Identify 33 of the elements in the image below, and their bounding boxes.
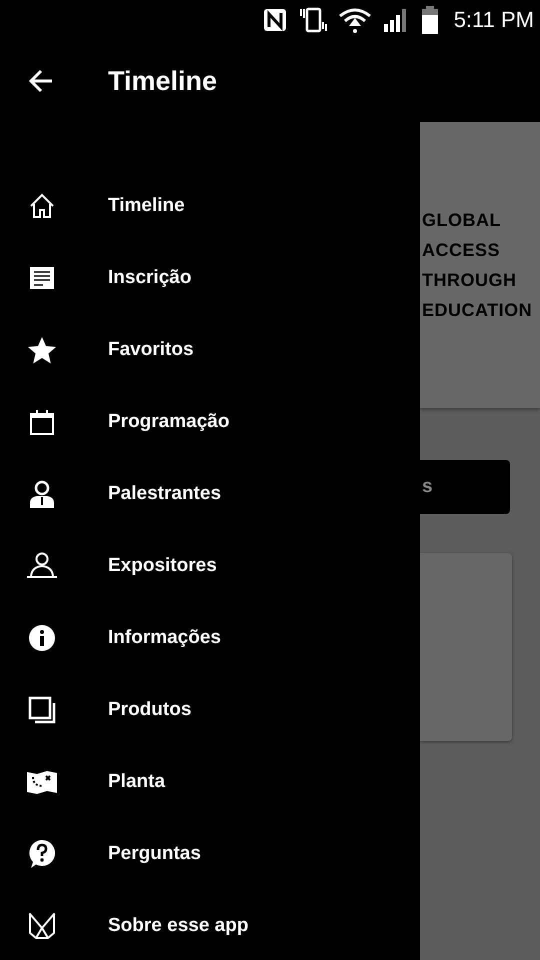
menu-item[interactable]: Perguntas xyxy=(0,818,420,890)
house-icon xyxy=(29,193,55,219)
question-bubble-icon xyxy=(28,839,56,869)
document-icon xyxy=(29,265,55,291)
status-time: 5:11 PM xyxy=(454,7,534,33)
menu-item[interactable]: Inscrição xyxy=(0,242,420,314)
menu-item[interactable]: Favoritos xyxy=(0,314,420,386)
menu-item[interactable]: Expositores xyxy=(0,530,420,602)
person-outline-icon xyxy=(26,552,58,580)
stacked-squares-icon xyxy=(28,696,56,724)
menu-item[interactable]: Programação xyxy=(0,386,420,458)
treasure-map-icon xyxy=(26,768,58,796)
drawer-title: Timeline xyxy=(108,66,218,96)
banner-text: GLOBAL xyxy=(422,209,502,232)
vibrate-icon xyxy=(298,6,328,34)
menu-item[interactable]: Informações xyxy=(0,602,420,674)
banner-text: ACCESS xyxy=(422,239,502,262)
menu-item[interactable]: Planta xyxy=(0,746,420,818)
button[interactable]: s xyxy=(420,460,510,514)
info-icon xyxy=(28,624,56,652)
menu-item[interactable]: Sobre esse app xyxy=(0,890,420,960)
menu-item[interactable]: Produtos xyxy=(0,674,420,746)
wifi-icon xyxy=(338,6,372,34)
banner-text: THROUGH xyxy=(422,269,518,292)
menu-item[interactable]: Timeline xyxy=(0,170,420,242)
back-arrow-icon[interactable] xyxy=(27,67,55,95)
menu-item[interactable]: Palestrantes xyxy=(0,458,420,530)
battery-icon xyxy=(420,5,440,35)
person-icon xyxy=(29,480,55,508)
banner-text: EDUCATION xyxy=(422,299,532,322)
calendar-icon xyxy=(30,409,54,435)
nfc-icon xyxy=(262,7,288,33)
star-icon xyxy=(27,336,57,364)
